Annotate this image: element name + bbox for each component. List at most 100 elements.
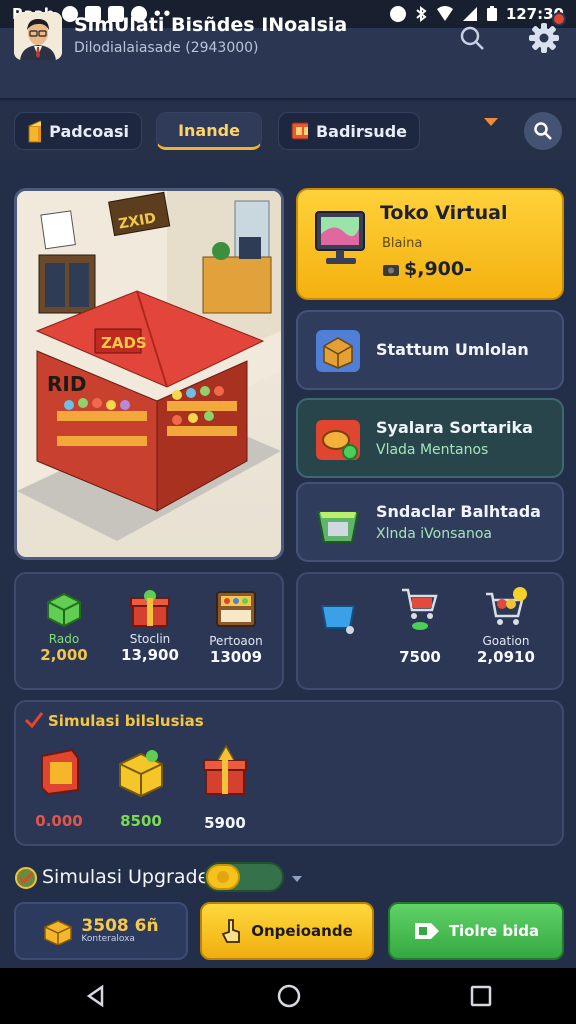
hand-pointer-icon bbox=[221, 919, 241, 943]
price-value: 3508 6ñ bbox=[81, 915, 159, 936]
stat-cart[interactable]: 7500 bbox=[380, 586, 460, 666]
tab-label: Inande bbox=[178, 120, 240, 140]
app-title: SimUlati Bisñdes INoalsia bbox=[74, 14, 348, 36]
toggle-knob[interactable] bbox=[206, 864, 240, 890]
price-button[interactable]: 3508 6ñ Konteraloxa bbox=[14, 902, 188, 960]
sim-value: 8500 bbox=[120, 812, 162, 830]
stat-value: 7500 bbox=[399, 648, 441, 666]
shop-scene-image: ZXID ZADS RID bbox=[17, 191, 281, 541]
upgrade-button-label: Onpeioande bbox=[251, 922, 353, 940]
store-tag-icon bbox=[414, 923, 439, 939]
store-button[interactable]: Tiolre bida bbox=[388, 902, 564, 960]
sale-tag-icon bbox=[316, 420, 360, 460]
stat-label: Rado bbox=[48, 632, 80, 646]
stat-label: Stoclin bbox=[129, 632, 171, 646]
search-icon bbox=[534, 122, 552, 140]
tab-label: Badirsude bbox=[315, 121, 407, 141]
stat-pertoaon[interactable]: Pertoaon 13009 bbox=[196, 588, 276, 666]
shopping-cart-icon bbox=[402, 588, 438, 630]
tab-inande[interactable]: Inande bbox=[156, 112, 262, 150]
chevron-down-icon[interactable] bbox=[484, 118, 498, 126]
sim-item-1[interactable]: 0.000 bbox=[24, 744, 94, 830]
stat-goation[interactable]: Goation 2,0910 bbox=[466, 586, 546, 666]
blue-crate-icon bbox=[320, 605, 356, 634]
card-sndaclar-balhtada[interactable]: Sndaclar Balhtada Xlnda iVonsanoa bbox=[296, 482, 564, 562]
card-stattum-umlolan[interactable]: Stattum Umlolan bbox=[296, 310, 564, 390]
red-gift-icon bbox=[203, 744, 247, 795]
avatar-portrait-icon bbox=[14, 12, 62, 60]
gift-box-icon bbox=[130, 590, 170, 627]
search-button[interactable] bbox=[448, 14, 496, 62]
notification-badge bbox=[552, 12, 566, 26]
recents-icon[interactable] bbox=[470, 985, 492, 1007]
sim-value: 0.000 bbox=[35, 812, 83, 830]
back-icon[interactable] bbox=[84, 984, 108, 1008]
stat-value: 2,0910 bbox=[477, 648, 535, 666]
tab-padcoasi[interactable]: Padcoasi bbox=[14, 112, 142, 150]
stat-value: 13009 bbox=[209, 648, 263, 666]
navigation-bar bbox=[0, 968, 576, 1024]
upgrade-status-icon bbox=[15, 867, 37, 889]
stat-label: Goation bbox=[482, 634, 530, 648]
wifi-icon bbox=[436, 6, 453, 21]
app-root: Raab •• 127:30 SimUlati Bisñdes INoalsia bbox=[0, 0, 576, 1024]
scene-banner-roof: ZADS bbox=[101, 334, 147, 352]
stat-label bbox=[380, 634, 460, 648]
tab-badirsude[interactable]: Badirsude bbox=[278, 112, 420, 150]
stat-label: Pertoaon bbox=[209, 634, 263, 648]
gear-icon bbox=[529, 23, 559, 53]
computer-icon bbox=[315, 211, 365, 264]
full-cart-icon bbox=[486, 587, 527, 625]
card-title: Sndaclar Balhtada bbox=[376, 502, 541, 521]
gold-box-icon bbox=[44, 920, 73, 945]
card-title: Syalara Sortarika bbox=[376, 418, 533, 437]
toko-price: $,900- bbox=[404, 258, 472, 280]
yellow-box-icon bbox=[119, 750, 163, 798]
sim-item-3[interactable]: 5900 bbox=[190, 744, 260, 832]
bluetooth-icon bbox=[416, 6, 427, 22]
home-icon[interactable] bbox=[276, 983, 302, 1009]
tab-label: Padcoasi bbox=[49, 121, 129, 141]
cash-icon bbox=[383, 265, 399, 276]
simulasi-title: Simulasi bilslusias bbox=[48, 712, 204, 730]
alarm-icon bbox=[389, 6, 406, 22]
stat-stoclin[interactable]: Stoclin 13,900 bbox=[110, 588, 190, 664]
stats-panel-left: Rado 2,000 Stoclin 13,900 Pertoaon 13009 bbox=[14, 572, 284, 690]
store-button-label: Tiolre bida bbox=[448, 922, 540, 940]
card-syalara-sortarika[interactable]: Syalara Sortarika Vlada Mentanos bbox=[296, 398, 564, 478]
cash-register-icon bbox=[216, 591, 256, 627]
scene-banner-side: RID bbox=[47, 372, 86, 396]
search-icon bbox=[460, 26, 484, 50]
card-subtitle: Vlada Mentanos bbox=[376, 442, 489, 458]
tab-search-button[interactable] bbox=[524, 112, 562, 150]
sim-value: 5900 bbox=[204, 814, 246, 832]
card-subtitle: Xlnda iVonsanoa bbox=[376, 526, 492, 542]
grid-icon bbox=[291, 122, 308, 140]
green-box-icon bbox=[47, 592, 81, 628]
toko-virtual-card[interactable]: Toko Virtual Blaina $,900- bbox=[296, 188, 564, 300]
stats-panel-right: 7500 Goation 2,0910 bbox=[296, 572, 564, 690]
stat-blue-crate[interactable] bbox=[298, 596, 378, 654]
stat-value: 2,000 bbox=[40, 646, 88, 664]
chevron-down-icon[interactable] bbox=[292, 876, 302, 882]
app-subtitle: Dilodialaiasade (2943000) bbox=[74, 40, 259, 56]
tab-bar: Padcoasi Inande Badirsude bbox=[0, 102, 576, 160]
stat-label bbox=[298, 640, 378, 654]
basket-icon bbox=[316, 511, 360, 543]
stat-value: 13,900 bbox=[121, 646, 179, 664]
sim-item-2[interactable]: 8500 bbox=[106, 744, 176, 830]
upgrade-button[interactable]: Onpeioande bbox=[200, 902, 374, 960]
stat-rado[interactable]: Rado 2,000 bbox=[24, 588, 104, 664]
price-sublabel: Konteraloxa bbox=[81, 934, 135, 945]
avatar[interactable] bbox=[14, 12, 62, 60]
box-icon bbox=[28, 120, 42, 143]
crate-icon bbox=[316, 330, 360, 372]
coin-icon bbox=[217, 871, 229, 883]
store-illustration[interactable]: ZXID ZADS RID bbox=[14, 188, 284, 560]
orange-crate-icon bbox=[41, 748, 79, 796]
toko-title: Toko Virtual bbox=[380, 202, 508, 224]
checkmark-icon bbox=[24, 712, 44, 729]
upgrade-label: Simulasi Upgrade bbox=[42, 866, 210, 888]
toko-subtitle: Blaina bbox=[382, 236, 423, 251]
card-title: Stattum Umlolan bbox=[376, 340, 529, 359]
